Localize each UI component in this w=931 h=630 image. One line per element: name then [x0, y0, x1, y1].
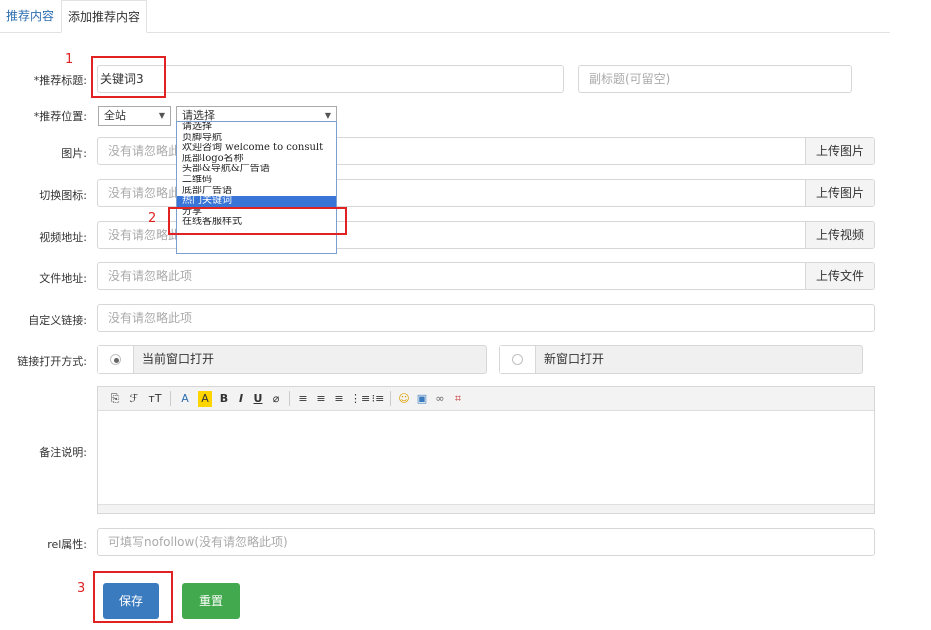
title-label: *推荐标题:	[33, 74, 87, 87]
open-current-option[interactable]: 当前窗口打开	[97, 345, 487, 374]
open-new-label: 新窗口打开	[544, 352, 605, 366]
custom-link-input[interactable]: 没有请忽略此项	[97, 304, 875, 332]
font-family-icon[interactable]: ℱ	[126, 391, 142, 407]
annotation-box	[91, 56, 166, 98]
align-center-icon[interactable]: ≡	[314, 391, 328, 407]
dropdown-option[interactable]: 底部广告语	[177, 186, 336, 197]
file-field: 没有请忽略此项 上传文件	[97, 262, 875, 290]
radio-cell	[98, 346, 134, 373]
rich-text-editor[interactable]: ⎘ ℱ тT A A B I U ⌀ ≡ ≡ ≡ ⋮≡ ⁝≡ ☺ ▣ ∞ ⌗	[97, 386, 875, 514]
highlight-icon[interactable]: A	[198, 391, 212, 407]
dropdown-option[interactable]: 底部logo名称	[177, 154, 336, 165]
subtitle-input[interactable]: 副标题(可留空)	[578, 65, 852, 93]
radio-checked-icon[interactable]	[110, 354, 121, 365]
note-label: 备注说明:	[39, 446, 87, 459]
reset-button[interactable]: 重置	[182, 583, 240, 619]
tab-add-recommend[interactable]: 添加推荐内容	[61, 0, 147, 33]
emoji-icon[interactable]: ☺	[397, 391, 411, 407]
title-input[interactable]: 关键词3	[97, 65, 564, 93]
annotation-number: 3	[77, 581, 86, 596]
position-label: *推荐位置:	[33, 110, 87, 123]
italic-icon[interactable]: I	[235, 391, 247, 407]
annotation-box	[168, 207, 347, 235]
underline-icon[interactable]: U	[252, 391, 264, 407]
fullscreen-icon[interactable]: ⌗	[451, 391, 465, 407]
open-current-label: 当前窗口打开	[142, 352, 215, 366]
dropdown-option[interactable]: 二维码	[177, 175, 336, 186]
editor-resize-bar[interactable]	[98, 504, 874, 513]
dropdown-option-selected[interactable]: 热门关键词	[177, 196, 336, 207]
video-label: 视频地址:	[39, 231, 87, 244]
annotation-number: 2	[148, 211, 157, 226]
unordered-list-icon[interactable]: ⁝≡	[370, 391, 386, 407]
toolbar-divider	[390, 391, 391, 406]
image-label: 图片:	[61, 147, 87, 160]
toolbar-divider	[170, 391, 171, 406]
icon-label: 切换图标:	[39, 189, 87, 202]
site-select[interactable]: 全站 ▼	[98, 106, 171, 126]
upload-file-button[interactable]: 上传文件	[805, 263, 874, 289]
toolbar-divider	[289, 391, 290, 406]
link-icon[interactable]: ∞	[433, 391, 447, 407]
rel-input[interactable]: 可填写nofollow(没有请忽略此项)	[97, 528, 875, 556]
image-insert-icon[interactable]: ▣	[415, 391, 429, 407]
upload-icon-button[interactable]: 上传图片	[805, 180, 874, 206]
dropdown-option[interactable]: 页脚导航	[177, 133, 336, 144]
editor-toolbar: ⎘ ℱ тT A A B I U ⌀ ≡ ≡ ≡ ⋮≡ ⁝≡ ☺ ▣ ∞ ⌗	[98, 387, 874, 411]
radio-cell	[500, 346, 536, 373]
link-label: 自定义链接:	[28, 314, 87, 327]
dropdown-option[interactable]: 头部&导航&广告语	[177, 164, 336, 175]
source-icon[interactable]: ⎘	[108, 391, 122, 407]
open-new-option[interactable]: 新窗口打开	[499, 345, 863, 374]
open-mode-label: 链接打开方式:	[17, 355, 87, 368]
site-select-value: 全站	[104, 109, 126, 122]
ordered-list-icon[interactable]: ⋮≡	[350, 391, 370, 407]
dropdown-option[interactable]: 请选择	[177, 122, 336, 133]
bold-icon[interactable]: B	[218, 391, 230, 407]
font-color-icon[interactable]: A	[178, 391, 192, 407]
align-right-icon[interactable]: ≡	[332, 391, 346, 407]
eraser-icon[interactable]: ⌀	[269, 391, 283, 407]
align-left-icon[interactable]: ≡	[296, 391, 310, 407]
file-label: 文件地址:	[39, 272, 87, 285]
upload-image-button[interactable]: 上传图片	[805, 138, 874, 164]
editor-content[interactable]	[98, 412, 874, 504]
file-input[interactable]: 没有请忽略此项	[108, 263, 192, 289]
upload-video-button[interactable]: 上传视频	[805, 222, 874, 248]
rel-label: rel属性:	[47, 538, 87, 551]
annotation-number: 1	[65, 52, 74, 67]
radio-unchecked-icon[interactable]	[512, 354, 523, 365]
dropdown-option[interactable]: 欢迎咨询 welcome to consult	[177, 143, 336, 154]
annotation-box	[93, 571, 173, 623]
tab-recommend-list[interactable]: 推荐内容	[0, 0, 60, 33]
chevron-down-icon: ▼	[158, 111, 165, 120]
font-size-icon[interactable]: тT	[146, 391, 164, 407]
